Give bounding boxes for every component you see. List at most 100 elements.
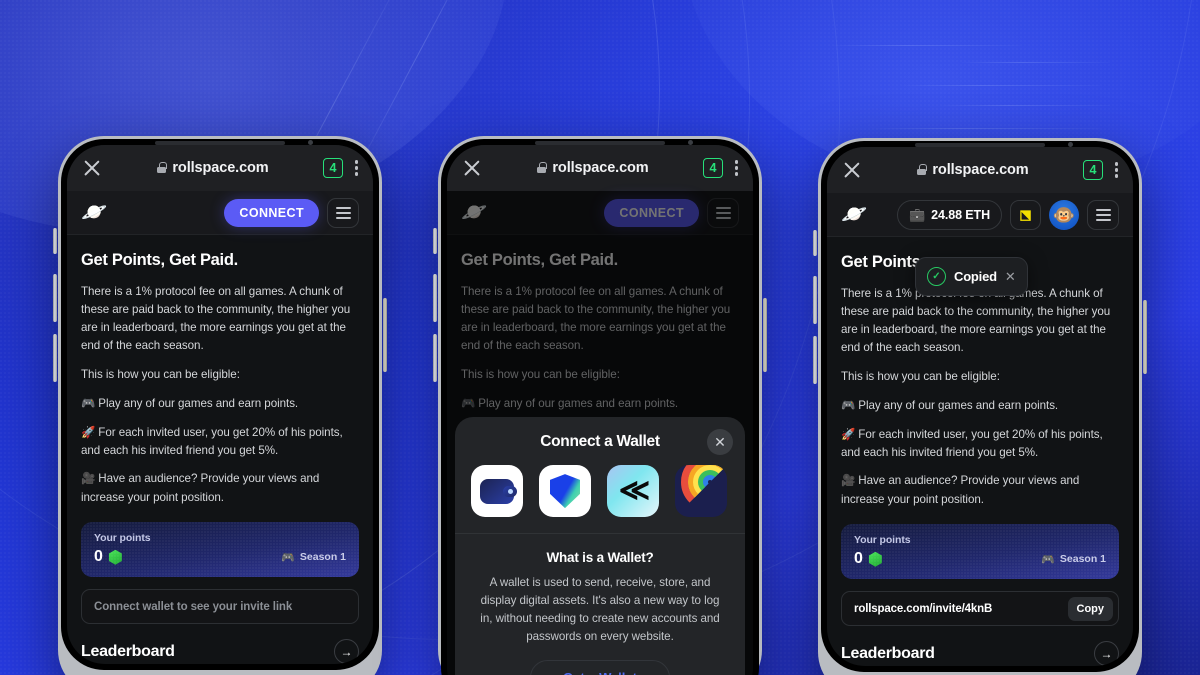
check-circle-icon: ✓	[927, 267, 946, 286]
tab-count-badge[interactable]: 4	[703, 158, 723, 178]
kebab-menu-icon[interactable]	[355, 158, 359, 179]
invite-link-value: rollspace.com/invite/4knB	[854, 602, 993, 615]
bullet-text: For each invited user, you get 20% of hi…	[841, 427, 1103, 460]
browser-chrome-bar: rollspace.com 4	[67, 145, 373, 191]
tab-count-badge[interactable]: 4	[1083, 160, 1103, 180]
connect-button[interactable]: CONNECT	[224, 198, 319, 227]
phone-camera-dot	[688, 140, 693, 145]
bullet-item: 🚀For each invited user, you get 20% of h…	[81, 424, 359, 461]
app-header: 🪐 💼 24.88 ETH ⬔ 🐵	[827, 193, 1133, 237]
volume-up-button[interactable]	[433, 274, 437, 322]
saturn-planet-logo[interactable]: 🪐	[841, 204, 867, 225]
phone-speaker-notch	[915, 143, 1045, 147]
gamepad-icon: 🎮	[841, 399, 856, 412]
points-value: 0	[94, 548, 103, 566]
balance-value: 24.88 ETH	[931, 207, 990, 222]
rainbow-wallet-icon[interactable]	[675, 465, 727, 518]
invite-link-field[interactable]: rollspace.com/invite/4knB Copy	[841, 591, 1119, 627]
leaderboard-title: Leaderboard	[841, 644, 935, 662]
bullet-item: 🎮Play any of our games and earn points.	[841, 397, 1119, 416]
bullet-item: 🎮Play any of our games and earn points.	[81, 395, 359, 414]
browser-chrome-bar: rollspace.com 4	[447, 145, 753, 191]
copy-button[interactable]: Copy	[1067, 596, 1113, 621]
page-content: Get Points, ✓ Copied ✕ There is a 1% pro…	[827, 237, 1133, 667]
what-is-wallet-body: A wallet is used to send, receive, store…	[480, 576, 720, 644]
close-icon[interactable]	[461, 157, 483, 179]
bullet-text: For each invited user, you get 20% of hi…	[81, 425, 343, 458]
arrow-right-icon[interactable]: →	[334, 639, 359, 665]
silent-switch[interactable]	[53, 228, 57, 254]
volume-down-button[interactable]	[813, 336, 817, 384]
get-a-wallet-button[interactable]: Get a Wallet	[530, 660, 670, 675]
user-avatar[interactable]: 🐵	[1049, 199, 1079, 230]
lock-icon	[917, 164, 927, 175]
page-title: Get Points, Get Paid.	[81, 251, 238, 269]
video-camera-icon: 🎥	[81, 473, 96, 486]
what-is-wallet-title: What is a Wallet?	[546, 550, 654, 566]
wallet-options-list: ≪	[455, 451, 745, 535]
power-button[interactable]	[1143, 300, 1147, 374]
close-icon[interactable]	[841, 159, 863, 181]
close-icon[interactable]: ✕	[707, 429, 733, 456]
intro-paragraph: There is a 1% protocol fee on all games.…	[81, 285, 351, 352]
kebab-menu-icon[interactable]	[1115, 160, 1119, 181]
phone-speaker-notch	[155, 141, 285, 145]
gamepad-icon: 🎮	[1041, 553, 1055, 566]
url-display[interactable]: rollspace.com	[103, 160, 323, 176]
connect-wallet-modal: Connect a Wallet ✕ ≪ What is a Wallet? A…	[455, 417, 745, 675]
eligible-intro: This is how you can be eligible:	[81, 367, 240, 381]
close-icon[interactable]	[81, 157, 103, 179]
app-header: 🪐 CONNECT	[67, 191, 373, 235]
points-label: Your points	[94, 532, 151, 545]
power-button[interactable]	[383, 298, 387, 372]
url-text: rollspace.com	[172, 160, 269, 176]
saturn-planet-logo[interactable]: 🪐	[81, 202, 107, 223]
season-label: Season 1	[1059, 553, 1106, 566]
lock-icon	[157, 162, 167, 173]
phone-camera-dot	[308, 140, 313, 145]
generic-wallet-icon[interactable]	[471, 465, 523, 518]
silent-switch[interactable]	[433, 228, 437, 254]
green-gem-icon	[868, 551, 882, 567]
points-value: 0	[854, 550, 863, 568]
bullet-item: 🎥 Have an audience? Provide your views an…	[81, 470, 359, 507]
volume-up-button[interactable]	[53, 274, 57, 322]
bitget-wallet-icon[interactable]: ≪	[607, 465, 659, 518]
trust-wallet-icon[interactable]	[539, 465, 591, 518]
season-label: Season 1	[299, 551, 346, 564]
close-icon[interactable]: ✕	[1005, 269, 1016, 285]
leaderboard-row: Leaderboard →	[81, 639, 359, 665]
volume-down-button[interactable]	[53, 334, 57, 382]
phone-speaker-notch	[535, 141, 665, 145]
url-display[interactable]: rollspace.com	[483, 160, 703, 176]
kebab-menu-icon[interactable]	[735, 158, 739, 179]
phone-mockup-3: rollspace.com 4 🪐 💼 24.88 ETH ⬔ 🐵 Get Po…	[813, 138, 1147, 675]
season-badge: 🎮 Season 1	[281, 551, 346, 564]
power-button[interactable]	[763, 298, 767, 372]
bullet-text: Have an audience? Provide your views and…	[81, 472, 320, 505]
points-value-group: 0	[854, 550, 883, 568]
wallet-balance-pill[interactable]: 💼 24.88 ETH	[897, 199, 1002, 230]
volume-down-button[interactable]	[433, 334, 437, 382]
leaderboard-row: Leaderboard →	[841, 641, 1119, 667]
season-badge: 🎮 Season 1	[1041, 553, 1106, 566]
page-content: Get Points, Get Paid. There is a 1% prot…	[67, 235, 373, 665]
phone-camera-dot	[1068, 142, 1073, 147]
hamburger-menu-icon[interactable]	[327, 197, 359, 228]
eligible-intro: This is how you can be eligible:	[841, 369, 1000, 383]
bullet-item: 🚀For each invited user, you get 20% of h…	[841, 426, 1119, 463]
points-card: Your points 0 🎮 Season 1	[81, 522, 359, 578]
hamburger-menu-icon[interactable]	[1087, 199, 1119, 230]
phone-mockup-1: rollspace.com 4 🪐 CONNECT Get Points, Ge…	[53, 136, 387, 675]
arrow-right-icon[interactable]: →	[1094, 641, 1119, 667]
points-value-group: 0	[94, 548, 123, 566]
url-display[interactable]: rollspace.com	[863, 162, 1083, 178]
silent-switch[interactable]	[813, 230, 817, 256]
invite-link-field[interactable]: Connect wallet to see your invite link	[81, 589, 359, 625]
bullet-text: Play any of our games and earn points.	[858, 398, 1059, 412]
gamepad-icon: 🎮	[281, 551, 295, 564]
bullet-item: 🎥 Have an audience? Provide your views an…	[841, 472, 1119, 509]
tab-count-badge[interactable]: 4	[323, 158, 343, 178]
token-icon[interactable]: ⬔	[1010, 199, 1041, 230]
volume-up-button[interactable]	[813, 276, 817, 324]
